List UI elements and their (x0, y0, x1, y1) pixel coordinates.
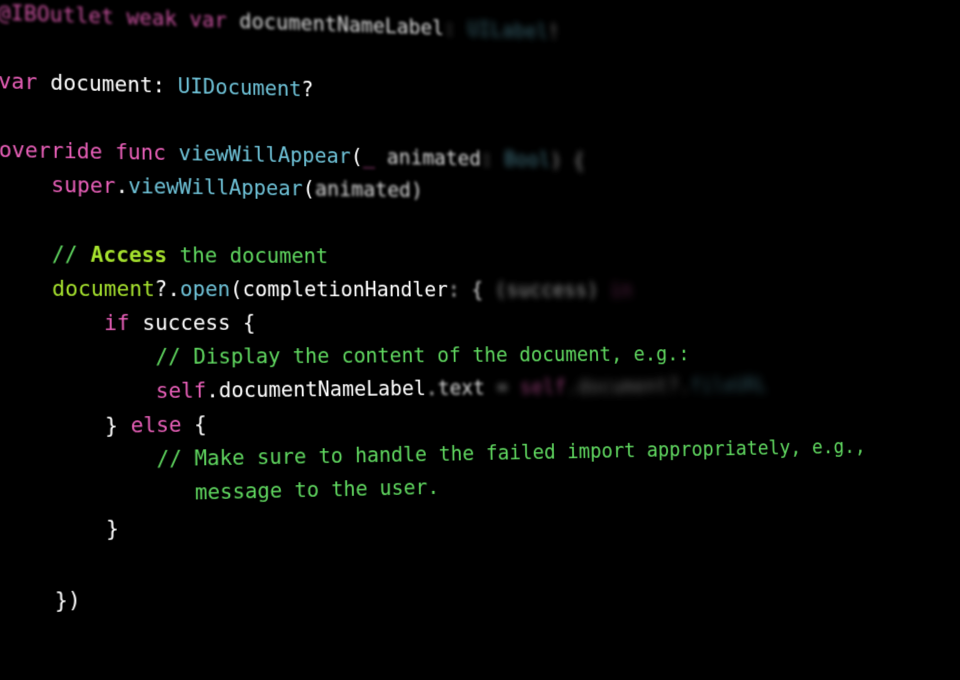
colon: : (152, 74, 165, 99)
keyword-weak: weak (126, 5, 177, 31)
lbrace: { (243, 311, 256, 336)
lbrace: { (194, 413, 207, 438)
code-line: document?.open(completionHandler: { (suc… (0, 272, 936, 307)
keyword-var: var (189, 8, 227, 34)
question: ? (155, 277, 168, 302)
rbrace: } (106, 517, 119, 543)
lparen: ( (351, 145, 363, 169)
question: ? (668, 374, 680, 398)
keyword-func: func (115, 140, 166, 166)
dot: . (206, 378, 219, 403)
keyword-var: var (0, 69, 37, 95)
keyword-else: else (131, 413, 182, 439)
lparen: ( (495, 278, 507, 302)
property: documentNameLabel (219, 377, 427, 404)
comment-prefix: // (52, 242, 91, 267)
identifier: document (50, 71, 152, 99)
keyword-in: in (610, 278, 633, 302)
identifier: document (52, 276, 155, 301)
keyword-if: if (104, 311, 130, 336)
identifier: documentNameLabel (239, 9, 444, 40)
dot: . (167, 277, 180, 302)
comment-highlight: Access (90, 242, 167, 267)
method-call: open (180, 277, 230, 302)
dot: . (679, 374, 691, 398)
condition: success (142, 311, 230, 336)
comment: message to the user. (157, 476, 440, 507)
type: UIDocument (178, 74, 302, 102)
keyword-self: self (520, 375, 567, 399)
property: document (577, 375, 668, 400)
rparen: ) (587, 278, 599, 302)
dot: . (426, 377, 438, 401)
dot: . (566, 375, 578, 399)
keyword-super: super (51, 173, 116, 199)
arg-label: completionHandler (242, 277, 448, 302)
equals: = (496, 376, 508, 400)
comment: // Access the document (52, 242, 328, 269)
dot: . (115, 174, 128, 199)
rparen: ) (550, 149, 562, 173)
argument: animated (315, 178, 411, 204)
code-editor: @IBOutlet weak var documentNameLabel: UI… (0, 0, 959, 632)
rbrace: } (105, 414, 118, 439)
attribute: @IBOutlet (0, 1, 114, 30)
property: text (438, 376, 485, 401)
colon: : (448, 278, 460, 302)
param-type: Bool (504, 148, 551, 173)
bang: ! (548, 21, 560, 45)
colon: : (444, 17, 456, 41)
lparen: ( (230, 277, 243, 302)
function-name: viewWillAppear (178, 142, 351, 170)
lbrace: { (471, 278, 483, 302)
keyword-self: self (156, 379, 207, 404)
underscore: _ (363, 145, 375, 169)
param-name: animated (386, 146, 481, 172)
lbrace: { (573, 150, 585, 174)
method-call: viewWillAppear (128, 175, 303, 202)
closure-param: success (506, 278, 587, 302)
question: ? (301, 78, 313, 103)
property: fileURL (690, 374, 768, 398)
comment: // Display the content of the document, … (155, 342, 689, 369)
colon: : (481, 148, 493, 172)
code-line: if success { (0, 307, 937, 342)
rparen: ) (411, 179, 423, 203)
keyword-override: override (0, 138, 102, 165)
type: UILabel (467, 18, 548, 44)
lparen: ( (302, 177, 315, 202)
code-line: // Access the document (0, 238, 935, 276)
comment-rest: the document (167, 243, 328, 269)
rbrace-rparen: }) (55, 587, 81, 613)
